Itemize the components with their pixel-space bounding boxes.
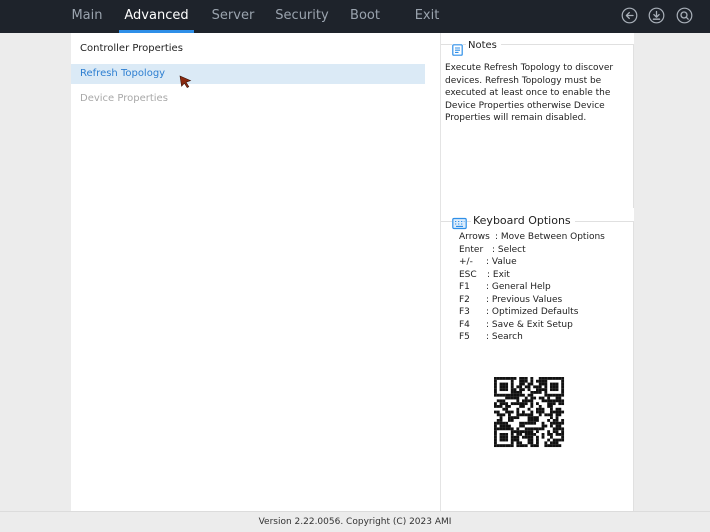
notes-title: Notes [466, 40, 501, 51]
top-navigation-bar: Main Advanced Server Security Boot Exit [0, 0, 710, 33]
mouse-cursor-icon [179, 74, 193, 89]
search-icon[interactable] [676, 7, 693, 24]
key-description: : Previous Values [486, 294, 563, 305]
tab-server[interactable]: Server [208, 0, 258, 33]
key-description: : Save & Exit Setup [486, 319, 573, 330]
menu-item-controller-properties[interactable]: Controller Properties [71, 39, 425, 59]
keyboard-options-title: Keyboard Options [471, 214, 575, 227]
key-name: Arrows [459, 232, 490, 242]
footer-bar: Version 2.22.0056. Copyright (C) 2023 AM… [0, 511, 710, 532]
keyboard-option-row: Arrows : Move Between Options [459, 231, 605, 243]
key-name: F2 [459, 294, 470, 305]
menu-item-refresh-topology[interactable]: Refresh Topology [71, 64, 425, 84]
keyboard-option-row: F5 : Search [459, 331, 523, 343]
key-name: F1 [459, 282, 470, 292]
tab-main[interactable]: Main [68, 0, 106, 33]
download-icon[interactable] [648, 7, 665, 24]
qr-code [487, 370, 571, 454]
key-description: : Search [486, 332, 523, 342]
key-name: +/- [459, 257, 473, 267]
key-description: : Optimized Defaults [486, 307, 579, 317]
key-description: : General Help [486, 282, 551, 292]
qr-code-graphic [494, 377, 565, 448]
tab-boot[interactable]: Boot [346, 0, 384, 33]
notes-text: Execute Refresh Topology to discover dev… [445, 63, 614, 123]
menu-item-label: Device Properties [80, 93, 168, 104]
menu-item-device-properties: Device Properties [71, 89, 425, 109]
keyboard-option-row: F4 : Save & Exit Setup [459, 319, 573, 331]
version-text: Version 2.22.0056. Copyright (C) 2023 AM… [258, 517, 452, 527]
tab-exit[interactable]: Exit [409, 0, 445, 33]
keyboard-option-row: F3 : Optimized Defaults [459, 306, 578, 318]
key-name: F5 [459, 332, 470, 342]
menu-item-label: Refresh Topology [80, 68, 166, 79]
keyboard-option-row: ESC : Exit [459, 269, 510, 281]
notes-icon [452, 41, 463, 56]
key-name: F4 [459, 319, 470, 330]
tab-advanced[interactable]: Advanced [119, 0, 194, 33]
tab-security[interactable]: Security [272, 0, 332, 33]
keyboard-option-row: F2 : Previous Values [459, 294, 562, 306]
help-sidebar: Notes Execute Refresh Topology to discov… [440, 33, 634, 511]
key-name: ESC [459, 269, 477, 280]
key-description: : Value [486, 257, 517, 267]
keyboard-option-row: Enter : Select [459, 244, 526, 256]
back-arrow-icon[interactable] [621, 7, 638, 24]
key-name: F3 [459, 307, 470, 317]
key-description: : Exit [487, 269, 510, 280]
main-panel: Controller Properties Refresh Topology D… [71, 33, 440, 511]
key-description: : Select [492, 244, 526, 255]
keyboard-option-row: +/- : Value [459, 256, 517, 268]
key-description: : Move Between Options [495, 232, 605, 242]
menu-item-label: Controller Properties [80, 43, 183, 54]
keyboard-icon [452, 215, 467, 230]
keyboard-option-row: F1 : General Help [459, 281, 551, 293]
key-name: Enter [459, 244, 484, 255]
